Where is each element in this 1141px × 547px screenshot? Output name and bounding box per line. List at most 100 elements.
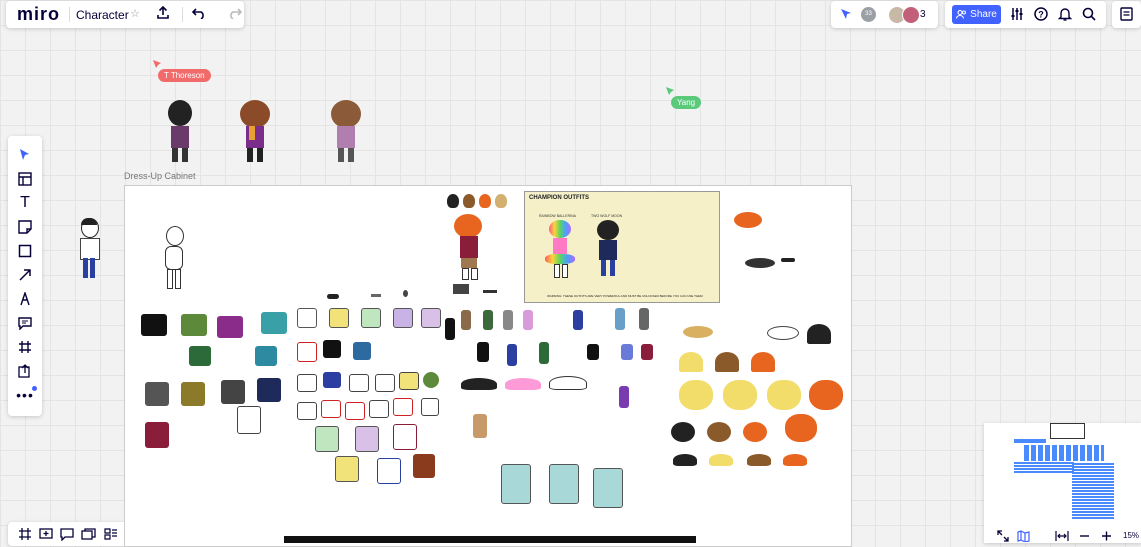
hair[interactable] (751, 352, 775, 372)
hair-swatch[interactable] (463, 194, 475, 208)
shirt[interactable] (399, 372, 419, 390)
text-icon[interactable]: T (13, 191, 37, 215)
pants[interactable] (461, 310, 471, 330)
hair[interactable] (671, 422, 695, 442)
miro-logo[interactable]: miro (17, 4, 60, 25)
frame-title[interactable]: Dress-Up Cabinet (124, 171, 196, 181)
shirt[interactable] (423, 372, 439, 388)
hair[interactable] (783, 454, 807, 466)
pants[interactable] (445, 318, 455, 340)
shirt[interactable] (361, 308, 381, 328)
canvas-object[interactable] (284, 536, 696, 543)
shirt[interactable] (323, 372, 341, 388)
hair[interactable] (809, 380, 843, 410)
pants[interactable] (615, 308, 625, 330)
skirt[interactable] (505, 378, 541, 390)
zoom-level[interactable]: 15% (1123, 531, 1139, 540)
zoom-out-icon[interactable] (1079, 530, 1090, 542)
share-button[interactable]: Share (952, 5, 1001, 24)
coat[interactable] (221, 380, 245, 404)
dress-up-cabinet-frame[interactable]: CHAMPION OUTFITS RAINBOW BALLERINA TWO W… (124, 185, 852, 547)
shorts[interactable] (621, 344, 633, 360)
pants[interactable] (539, 342, 549, 364)
shirt[interactable] (323, 340, 341, 358)
shirt[interactable] (349, 374, 369, 392)
coat[interactable] (145, 382, 169, 406)
pants[interactable] (619, 386, 629, 408)
reactions-icon[interactable] (839, 7, 853, 21)
two-wolf-moon-figure[interactable] (591, 220, 625, 278)
sweater[interactable] (181, 314, 207, 336)
skirt[interactable] (461, 378, 497, 390)
character-figure[interactable] (328, 100, 364, 166)
select-icon[interactable] (13, 143, 37, 167)
character-figure[interactable] (451, 214, 487, 280)
accessory[interactable] (327, 294, 339, 299)
shorts[interactable] (587, 344, 599, 360)
hair[interactable] (679, 380, 713, 410)
shirt[interactable] (321, 400, 341, 418)
minimap-viewport[interactable] (1050, 423, 1085, 439)
champion-outfits-card[interactable]: CHAMPION OUTFITS RAINBOW BALLERINA TWO W… (524, 191, 720, 303)
hair[interactable] (785, 414, 817, 442)
hair[interactable] (743, 422, 767, 442)
dress-shirt[interactable] (355, 426, 379, 452)
rainbow-ballerina-figure[interactable] (543, 220, 577, 278)
shirt[interactable] (353, 342, 371, 360)
map-icon[interactable] (1017, 530, 1030, 542)
character-figure[interactable] (162, 100, 198, 166)
coat[interactable] (257, 378, 281, 402)
dress-shirt[interactable] (413, 454, 435, 478)
shorts[interactable] (641, 344, 653, 360)
shirt[interactable] (421, 398, 439, 416)
hat[interactable] (767, 326, 799, 340)
skirt[interactable] (549, 376, 587, 390)
hair-swatch[interactable] (479, 194, 491, 208)
jacket[interactable] (189, 346, 211, 366)
notifications-icon[interactable] (1058, 7, 1072, 21)
accessory[interactable] (483, 290, 497, 293)
help-icon[interactable]: ? (1034, 7, 1048, 21)
frames-icon[interactable] (18, 527, 32, 541)
robe[interactable] (549, 464, 579, 504)
comment-icon[interactable] (13, 311, 37, 335)
avatar[interactable] (902, 6, 920, 24)
fit-screen-icon[interactable] (997, 530, 1009, 542)
shirt[interactable] (393, 308, 413, 328)
board-menu-icon[interactable] (1120, 7, 1133, 21)
export-icon[interactable] (156, 6, 170, 20)
pants[interactable] (507, 344, 517, 366)
shirt[interactable] (297, 402, 317, 420)
upload-icon[interactable] (13, 359, 37, 383)
shirt[interactable] (369, 400, 389, 418)
hat[interactable] (683, 326, 713, 338)
accessory[interactable] (371, 294, 381, 297)
search-icon[interactable] (1082, 7, 1096, 21)
star-icon[interactable]: ☆ (130, 7, 140, 20)
sweater[interactable] (261, 312, 287, 334)
pants[interactable] (477, 342, 489, 362)
hair-swatch[interactable] (495, 194, 507, 208)
dress-shirt[interactable] (377, 458, 401, 484)
hair[interactable] (673, 454, 697, 466)
coat[interactable] (237, 406, 261, 434)
black-hat[interactable] (745, 258, 775, 268)
cards-icon[interactable] (81, 527, 97, 541)
frame-icon[interactable] (13, 335, 37, 359)
robe[interactable] (501, 464, 531, 504)
shirt[interactable] (297, 374, 317, 392)
board-title[interactable]: Character (76, 8, 129, 22)
arrow-icon[interactable] (13, 263, 37, 287)
pants[interactable] (573, 310, 583, 330)
blank-mannequin[interactable] (159, 226, 189, 289)
dress-shirt[interactable] (335, 456, 359, 482)
orange-hair-piece[interactable] (729, 210, 769, 238)
minimap[interactable] (984, 423, 1141, 543)
pants[interactable] (639, 308, 649, 330)
sticky-note-icon[interactable] (13, 215, 37, 239)
pants[interactable] (523, 310, 533, 330)
settings-sliders-icon[interactable] (1010, 7, 1024, 21)
presentation-icon[interactable] (39, 527, 53, 541)
coat[interactable] (145, 422, 169, 448)
robe[interactable] (593, 468, 623, 508)
